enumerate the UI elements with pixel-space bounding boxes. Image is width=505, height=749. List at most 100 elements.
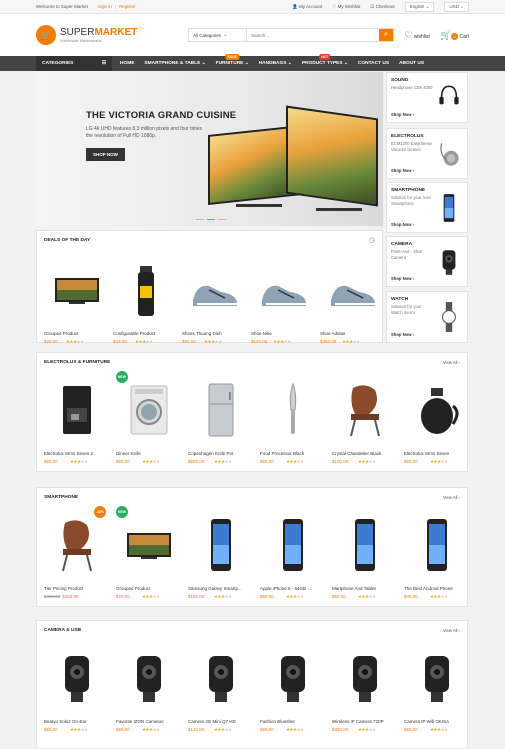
product-name[interactable]: Martphone And Tablet [332, 586, 398, 591]
product-name[interactable]: Shoe Nike [251, 331, 317, 336]
product-name[interactable]: The Best Android Phone [404, 586, 470, 591]
nav-item[interactable]: SMARTPHONE & TABLE ⌄ [144, 61, 205, 66]
side-promo-title: WATCH [391, 297, 409, 302]
camera-icon[interactable] [332, 639, 398, 717]
rating-stars: ★★★★★ [214, 459, 232, 464]
product-name[interactable]: Electrolux Wms Seven 2 [44, 451, 110, 456]
product-name[interactable]: Grouped Product [116, 586, 182, 591]
top-bar-right: 👤 My Account ♡ My Wishlist ☑ Checkout En… [292, 1, 469, 12]
view-all-link[interactable]: View All › [443, 495, 460, 500]
slider-dot[interactable] [196, 218, 204, 220]
nav-item[interactable]: ABOUT US [399, 61, 424, 66]
side-promo[interactable]: ELECTROLUX ECM1200 EasySense Vacuum clea… [386, 128, 468, 179]
slider-dot[interactable] [218, 218, 226, 220]
product-name[interactable]: Tier Pricing Product [44, 586, 110, 591]
checkout-link[interactable]: ☑ Checkout [370, 4, 394, 10]
hero-banner[interactable]: THE VICTORIA GRAND CUISINE LG 4k UHD fea… [36, 72, 383, 226]
product-price: $100.00 [332, 459, 349, 464]
product-name[interactable]: Camera 3G Mini Q7 HD [188, 719, 254, 724]
phone-icon[interactable] [404, 506, 470, 584]
search-input[interactable] [247, 29, 379, 41]
product-name[interactable]: Food Processor Black [260, 451, 326, 456]
product-name[interactable]: Dinner Knife [116, 451, 182, 456]
side-promo-link[interactable]: Shop Now › [391, 276, 414, 281]
side-promo[interactable]: CAMERA Point-And - Shot Camera Shop Now … [386, 236, 468, 287]
main-nav: CATEGORIES ☰ HOME SMARTPHONE & TABLE ⌄ FUR… [0, 54, 505, 71]
my-wishlist-link[interactable]: ♡ My Wishlist [332, 4, 360, 10]
product-name[interactable]: Grouped Product [44, 331, 110, 336]
cart-icon: 🛒 [439, 29, 452, 40]
nav-item[interactable]: PRODUCT TYPES ⌄ HOT [302, 54, 348, 66]
cart-logo-icon: 🛒 [36, 25, 56, 45]
side-promo-desc: Solution for your Acer Smartphone [391, 195, 432, 206]
my-account-link[interactable]: 👤 My Account [292, 4, 322, 10]
camera-icon[interactable] [404, 639, 470, 717]
language-select[interactable]: English ⌄ [404, 1, 435, 12]
side-promo-title: SMARTPHONE [391, 188, 426, 193]
search-button[interactable]: ⌕ [379, 29, 393, 41]
cart-button[interactable]: 🛒 0 Cart [440, 30, 469, 41]
product-name[interactable]: Shoes Thuong Dinh [182, 331, 248, 336]
product-name[interactable]: Fashion Bluesher [260, 719, 326, 724]
product-name[interactable]: Wireless IP Camera 720P [332, 719, 398, 724]
side-promo-link[interactable]: Shop Now › [391, 168, 414, 173]
product-name[interactable]: Crystal Chandelier Black [332, 451, 398, 456]
product-price: $50.00 [332, 594, 346, 599]
slider-dot[interactable] [207, 218, 215, 220]
categories-toggle[interactable]: CATEGORIES ☰ [36, 56, 112, 71]
tv-icon[interactable] [44, 251, 110, 329]
logo-text-b: MARKET [94, 27, 138, 38]
shoe-icon[interactable] [251, 251, 317, 329]
washer-icon[interactable] [116, 371, 182, 449]
tv-icon[interactable] [116, 506, 182, 584]
view-all-link[interactable]: View All › [443, 360, 460, 365]
logo[interactable]: 🛒 SUPERMARKET Wholesale Marketplace [36, 25, 154, 45]
hero-text: LG 4k UHD features 8.3 million pixels an… [86, 126, 203, 139]
view-all-link[interactable]: View All › [443, 628, 460, 633]
phone-icon[interactable] [188, 506, 254, 584]
side-promo-link[interactable]: Shop Now › [391, 112, 414, 117]
product-name[interactable]: Samsung Galaxy Smartp... [188, 586, 254, 591]
nav-item[interactable]: FURNITURE ⌄ SALE [216, 54, 249, 66]
chair-icon[interactable] [332, 371, 398, 449]
nav-item[interactable]: HOME [120, 61, 134, 66]
nav-item[interactable]: HANDBAGS ⌄ [259, 61, 292, 66]
phone-icon[interactable] [260, 506, 326, 584]
coffee-machine-icon[interactable] [44, 371, 110, 449]
product-name[interactable]: Beatvo Solo2 On-Ear [44, 719, 110, 724]
category-select[interactable]: All Categories ⌄ [189, 29, 247, 41]
side-promo-link[interactable]: Shop Now › [391, 222, 414, 227]
product-name[interactable]: Electrolux Wms Seven [404, 451, 470, 456]
wishlist-button[interactable]: ♡ wishlist [404, 30, 430, 41]
register-link[interactable]: Register [119, 4, 136, 9]
side-promo[interactable]: SMARTPHONE Solution for your Acer Smartp… [386, 182, 468, 233]
product-name[interactable]: Copenhagen Knife Pot [188, 451, 254, 456]
kettle-icon[interactable] [404, 371, 470, 449]
rating-stars: ★★★★★ [135, 339, 153, 344]
product-name[interactable]: Shoe Adidas [320, 331, 386, 336]
nav-item[interactable]: CONTACT US [358, 61, 389, 66]
hero-shop-now-button[interactable]: SHOP NOW [86, 148, 125, 161]
product-name[interactable]: Apple iPhone 6 - 64GB -... [260, 586, 326, 591]
rating-stars: ★★★★★ [273, 339, 291, 344]
knife-icon[interactable] [260, 371, 326, 449]
deals-title: DEALS OF THE DAY [44, 238, 91, 243]
shoe-icon[interactable] [320, 251, 386, 329]
camera-icon[interactable] [260, 639, 326, 717]
fridge-icon[interactable] [188, 371, 254, 449]
product-name[interactable]: Camera IP Wifi OKISA [404, 719, 470, 724]
shoe-icon[interactable] [182, 251, 248, 329]
side-promo-link[interactable]: Shop Now › [391, 332, 414, 337]
product-name[interactable]: Favorite IZON Camerac [116, 719, 182, 724]
camera-icon[interactable] [44, 639, 110, 717]
phone-icon[interactable] [332, 506, 398, 584]
currency-select[interactable]: USD ⌄ [444, 1, 469, 12]
camera-icon[interactable] [188, 639, 254, 717]
camera-icon[interactable] [116, 639, 182, 717]
side-promo[interactable]: WATCH Solution for your Watch men's Shop… [386, 291, 468, 343]
bottle-icon[interactable] [113, 251, 179, 329]
product-name[interactable]: Configurable Product [113, 331, 179, 336]
side-promo[interactable]: SOUND Headphone CDs 4000 Shop Now › [386, 72, 468, 123]
new-badge: NEW [116, 371, 128, 383]
signin-link[interactable]: Sign in [98, 4, 112, 9]
